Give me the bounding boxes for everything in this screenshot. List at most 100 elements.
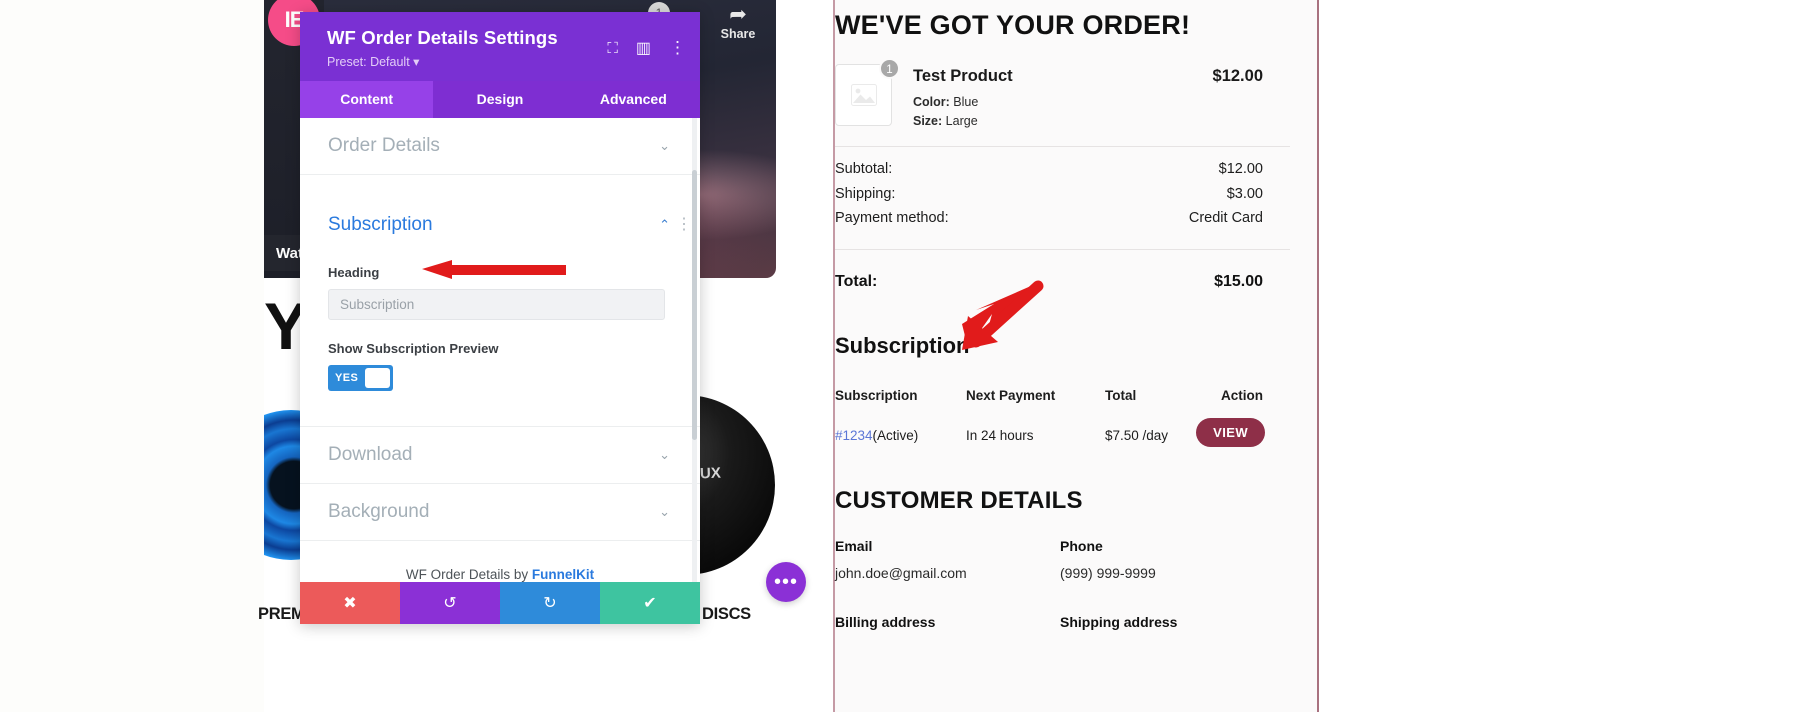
discard-button[interactable]: ✖ [300, 582, 400, 624]
tab-design[interactable]: Design [433, 81, 567, 118]
totals-row-shipping: Shipping: $3.00 [835, 186, 1290, 211]
subscription-total-cell: $7.50 /day [1105, 428, 1169, 443]
order-panel-right-border [1317, 0, 1319, 712]
divider-before-total [835, 249, 1290, 250]
subtotal-label: Subtotal: [835, 161, 893, 177]
subscription-heading: Subscription [835, 333, 970, 358]
share-icon: ➦ [729, 3, 747, 26]
section-order-details[interactable]: Order Details ⌄ [300, 118, 700, 175]
section-subscription-label: Subscription [328, 214, 433, 235]
screenshot-root: IE 1 ➦ Share Wat YO UX PREMIUM NON-SLIP … [0, 0, 1800, 712]
product-attribute-size: Size: Large [913, 112, 978, 131]
subtotal-value: $12.00 [1218, 161, 1263, 177]
publish-button[interactable]: ✔ [600, 582, 700, 624]
subscription-id-link[interactable]: #1234 [835, 428, 873, 443]
customer-col-right: Phone (999) 999-9999 [1060, 538, 1156, 581]
control-show-subscription-preview: Show Subscription Preview YES [300, 341, 700, 391]
shipping-label: Shipping: [835, 185, 896, 202]
payment-method-value: Credit Card [1188, 210, 1263, 226]
attribute-value-color: Blue [953, 95, 979, 109]
billing-address-label: Billing address [835, 614, 936, 630]
panel-header-icons: ⛶ ▥ ⋮ [607, 38, 686, 58]
control-heading: Heading [300, 265, 700, 320]
order-total-row: Total: $15.00 [835, 273, 1290, 291]
customer-details-heading: CUSTOMER DETAILS [835, 487, 1083, 514]
order-total-label: Total: [835, 273, 878, 290]
tab-advanced[interactable]: Advanced [566, 81, 700, 118]
divider-after-items [835, 146, 1290, 147]
subscription-table: Subscription Next Payment Total Action #… [835, 388, 1290, 462]
toggle-knob [365, 368, 390, 388]
panel-tabs: Content Design Advanced [300, 81, 700, 118]
panel-scrollbar-thumb[interactable] [692, 170, 697, 440]
kebab-menu-icon[interactable]: ⋮ [669, 38, 686, 58]
subscription-table-header: Subscription Next Payment Total Action [835, 388, 1290, 418]
phone-value: (999) 999-9999 [1060, 565, 1156, 581]
heading-input[interactable] [328, 289, 665, 320]
panel-footer: ✖ ↺ ↻ ✔ [300, 582, 700, 624]
section-background[interactable]: Background ⌄ [300, 484, 700, 541]
shipping-value: $3.00 [1226, 185, 1263, 202]
col-header-next-payment: Next Payment [966, 388, 1056, 403]
show-subscription-preview-toggle[interactable]: YES [328, 365, 393, 391]
watch-pill-label: Wat [276, 244, 303, 262]
section-kebab-icon[interactable]: ⋮ [676, 217, 692, 233]
disc-brand-label: UX [699, 464, 722, 483]
order-totals: Subtotal: $12.00 Shipping: $3.00 Payment… [835, 161, 1290, 235]
panel-body: Order Details ⌄ Subscription ⌃ ⋮ Heading… [300, 118, 700, 582]
order-total-value: $15.00 [1214, 273, 1263, 290]
section-download[interactable]: Download ⌄ [300, 427, 700, 484]
totals-row-payment-method: Payment method: Credit Card [835, 210, 1290, 235]
product-attributes: Color: Blue Size: Large [913, 93, 978, 131]
view-subscription-button[interactable]: VIEW [1196, 418, 1265, 447]
redo-button[interactable]: ↻ [500, 582, 600, 624]
product-name: Test Product [913, 67, 1013, 85]
product-price: $12.00 [1212, 67, 1263, 85]
order-details-preview: WE'VE GOT YOUR ORDER! 1 Test Product Col… [835, 0, 1317, 712]
phone-label: Phone [1060, 538, 1103, 554]
canvas-right-whitespace [1319, 0, 1800, 712]
panel-credit-text: WF Order Details by [405, 567, 532, 582]
chevron-down-icon: ⌄ [659, 504, 670, 519]
elementor-settings-panel: WF Order Details Settings Preset: Defaul… [300, 12, 700, 624]
chevron-down-icon: ⌄ [659, 138, 670, 153]
attribute-label-color: Color: [913, 95, 950, 109]
payment-method-label: Payment method: [835, 210, 949, 226]
col-header-total: Total [1105, 388, 1137, 403]
product-attribute-color: Color: Blue [913, 93, 978, 112]
chevron-up-icon: ⌃ [659, 217, 670, 232]
email-label: Email [835, 538, 873, 554]
undo-button[interactable]: ↺ [400, 582, 500, 624]
section-background-label: Background [328, 501, 430, 522]
order-heading: WE'VE GOT YOUR ORDER! [835, 10, 1191, 40]
chevron-down-icon: ▾ [413, 55, 420, 69]
panel-header: WF Order Details Settings Preset: Defaul… [300, 12, 700, 81]
next-payment-cell: In 24 hours [966, 428, 1034, 443]
attribute-value-size: Large [945, 114, 978, 128]
heading-control-label: Heading [328, 265, 380, 280]
funnelkit-link[interactable]: FunnelKit [532, 567, 594, 582]
panel-credit: WF Order Details by FunnelKit [300, 541, 700, 582]
section-download-label: Download [328, 444, 413, 465]
section-order-details-label: Order Details [328, 135, 440, 156]
show-subscription-preview-label: Show Subscription Preview [328, 341, 499, 356]
panel-scroll-area: Order Details ⌄ Subscription ⌃ ⋮ Heading… [300, 118, 700, 582]
customer-col-left: Email john.doe@gmail.com [835, 538, 967, 581]
table-row: #1234(Active) In 24 hours $7.50 /day VIE… [835, 418, 1290, 462]
section-subscription[interactable]: Subscription ⌃ ⋮ [300, 197, 700, 253]
canvas-left-gutter [0, 0, 264, 712]
col-header-action: Action [1221, 388, 1263, 403]
email-value: john.doe@gmail.com [835, 565, 967, 581]
toggle-state-label: YES [335, 372, 359, 384]
canvas-more-actions-button[interactable]: ••• [766, 562, 806, 602]
quantity-badge: 1 [879, 58, 900, 79]
responsive-preview-icon[interactable]: ⛶ [607, 40, 618, 57]
share-control[interactable]: ➦ Share [713, 3, 763, 42]
subscription-id-cell: #1234(Active) [835, 428, 918, 443]
col-header-subscription: Subscription [835, 388, 918, 403]
attribute-label-size: Size: [913, 114, 943, 128]
subscription-status: (Active) [872, 428, 919, 443]
tab-content[interactable]: Content [300, 81, 434, 118]
panel-layout-icon[interactable]: ▥ [636, 38, 651, 58]
